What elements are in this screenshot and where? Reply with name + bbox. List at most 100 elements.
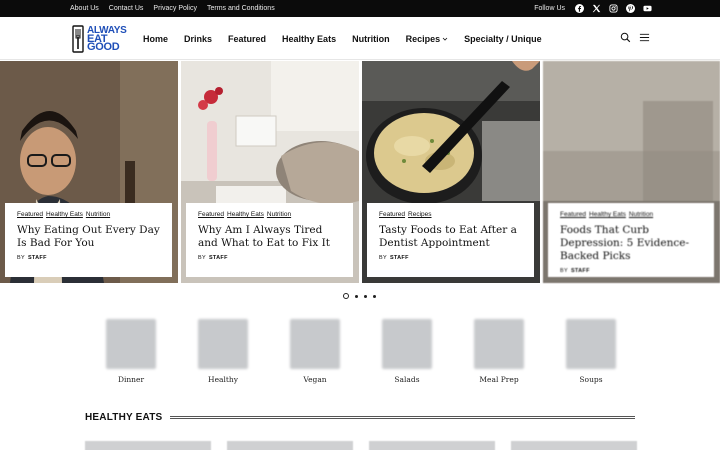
nav-home[interactable]: Home: [143, 34, 168, 44]
byline-author[interactable]: STAFF: [209, 255, 228, 261]
healthy-eats-thumbnails: [85, 441, 637, 450]
category-healthy[interactable]: Healthy: [198, 319, 248, 384]
byline-author[interactable]: STAFF: [571, 268, 590, 274]
byline-prefix: BY: [198, 255, 206, 261]
slider-dot-3[interactable]: [364, 294, 367, 298]
slide-byline: BY STAFF: [198, 255, 341, 261]
section-heading: HEALTHY EATS: [85, 412, 635, 423]
category-vegan[interactable]: Vegan: [290, 319, 340, 384]
category-meal-prep[interactable]: Meal Prep: [474, 319, 524, 384]
top-link-privacy[interactable]: Privacy Policy: [153, 5, 197, 12]
category-soups[interactable]: Soups: [566, 319, 616, 384]
nav-drinks[interactable]: Drinks: [184, 34, 212, 44]
category-label: Salads: [394, 375, 420, 384]
logo-line-3: GOOD: [87, 41, 120, 53]
category-label: Soups: [579, 375, 603, 384]
slide-tags: Featured Healthy Eats Nutrition: [17, 211, 160, 218]
slider-dot-2[interactable]: [355, 294, 358, 298]
category-salads[interactable]: Salads: [382, 319, 432, 384]
byline-prefix: BY: [560, 268, 568, 274]
tag-link[interactable]: Featured: [198, 211, 224, 218]
nav-featured[interactable]: Featured: [228, 34, 266, 44]
slide-title[interactable]: Tasty Foods to Eat After a Dentist Appoi…: [379, 224, 522, 250]
category-label: Dinner: [117, 375, 145, 384]
category-thumbnail: [290, 319, 340, 369]
x-icon[interactable]: [592, 4, 601, 13]
search-icon[interactable]: [620, 32, 631, 43]
slider-pagination: [343, 293, 376, 299]
chevron-down-icon: [442, 37, 448, 41]
slide-2[interactable]: Featured Healthy Eats Nutrition Why Am I…: [181, 61, 359, 283]
slide-tags: Featured Healthy Eats Nutrition: [198, 211, 341, 218]
section-divider: [170, 416, 635, 419]
category-thumbnail: [198, 319, 248, 369]
slide-tags: Featured Recipes: [379, 211, 522, 218]
slide-card: Featured Recipes Tasty Foods to Eat Afte…: [367, 203, 534, 277]
slider-dot-4[interactable]: [373, 294, 376, 298]
tag-link[interactable]: Featured: [17, 211, 43, 218]
article-thumbnail[interactable]: [227, 441, 353, 450]
tag-link[interactable]: Featured: [379, 211, 405, 218]
social-follow: Follow Us: [534, 0, 652, 17]
nav-recipes[interactable]: Recipes: [406, 34, 449, 44]
nav-nutrition[interactable]: Nutrition: [352, 34, 390, 44]
byline-prefix: BY: [17, 255, 25, 261]
tag-link[interactable]: Featured: [560, 211, 586, 218]
category-thumbnail: [474, 319, 524, 369]
byline-prefix: BY: [379, 255, 387, 261]
byline-author[interactable]: STAFF: [390, 255, 409, 261]
header-actions: [620, 32, 650, 43]
slide-card: Featured Healthy Eats Nutrition Why Am I…: [186, 203, 353, 277]
slide-card: Featured Healthy Eats Nutrition Foods Th…: [548, 203, 714, 277]
tag-link[interactable]: Recipes: [408, 211, 431, 218]
slider-dot-1[interactable]: [343, 293, 349, 299]
section-title[interactable]: HEALTHY EATS: [85, 412, 162, 423]
tag-link[interactable]: Healthy Eats: [46, 211, 83, 218]
nav-recipes-label: Recipes: [405, 33, 441, 44]
slide-title[interactable]: Why Eating Out Every Day Is Bad For You: [17, 224, 160, 250]
slide-4[interactable]: Featured Healthy Eats Nutrition Foods Th…: [543, 61, 720, 283]
top-link-contact[interactable]: Contact Us: [109, 5, 144, 12]
category-label: Meal Prep: [479, 375, 519, 384]
slide-3[interactable]: Featured Recipes Tasty Foods to Eat Afte…: [362, 61, 540, 283]
nav-healthy-eats[interactable]: Healthy Eats: [282, 34, 336, 44]
hamburger-icon[interactable]: [639, 32, 650, 43]
tag-link[interactable]: Healthy Eats: [589, 211, 626, 218]
byline-author[interactable]: STAFF: [28, 255, 47, 261]
category-thumbnail: [106, 319, 156, 369]
site-logo[interactable]: ALWAYS EAT GOOD: [72, 24, 128, 54]
article-thumbnail[interactable]: [369, 441, 495, 450]
top-link-terms[interactable]: Terms and Conditions: [207, 5, 275, 12]
tag-link[interactable]: Healthy Eats: [227, 211, 264, 218]
slide-byline: BY STAFF: [560, 268, 702, 274]
top-links: About Us Contact Us Privacy Policy Terms…: [70, 0, 275, 17]
nav-specialty[interactable]: Specialty / Unique: [464, 34, 542, 44]
logo-wordmark: ALWAYS EAT GOOD: [87, 26, 127, 53]
tag-link[interactable]: Nutrition: [86, 211, 110, 218]
facebook-icon[interactable]: [575, 4, 584, 13]
slide-byline: BY STAFF: [379, 255, 522, 261]
tag-link[interactable]: Nutrition: [267, 211, 291, 218]
main-nav: Home Drinks Featured Healthy Eats Nutrit…: [143, 17, 542, 60]
fork-logo-icon: [72, 25, 84, 53]
category-dinner[interactable]: Dinner: [106, 319, 156, 384]
youtube-icon[interactable]: [643, 4, 652, 13]
top-link-about[interactable]: About Us: [70, 5, 99, 12]
category-thumbnail: [382, 319, 432, 369]
pinterest-icon[interactable]: [626, 4, 635, 13]
featured-slider: Featured Healthy Eats Nutrition Why Eati…: [0, 61, 720, 283]
article-thumbnail[interactable]: [511, 441, 637, 450]
slide-title[interactable]: Why Am I Always Tired and What to Eat to…: [198, 224, 341, 250]
category-label: Healthy: [208, 375, 238, 384]
slide-title[interactable]: Foods That Curb Depression: 5 Evidence-B…: [560, 224, 702, 263]
top-bar: About Us Contact Us Privacy Policy Terms…: [0, 0, 720, 17]
slide-tags: Featured Healthy Eats Nutrition: [560, 211, 702, 218]
slide-card: Featured Healthy Eats Nutrition Why Eati…: [5, 203, 172, 277]
instagram-icon[interactable]: [609, 4, 618, 13]
follow-label: Follow Us: [534, 5, 565, 12]
category-label: Vegan: [303, 375, 327, 384]
article-thumbnail[interactable]: [85, 441, 211, 450]
tag-link[interactable]: Nutrition: [629, 211, 653, 218]
slide-1[interactable]: Featured Healthy Eats Nutrition Why Eati…: [0, 61, 178, 283]
slide-byline: BY STAFF: [17, 255, 160, 261]
